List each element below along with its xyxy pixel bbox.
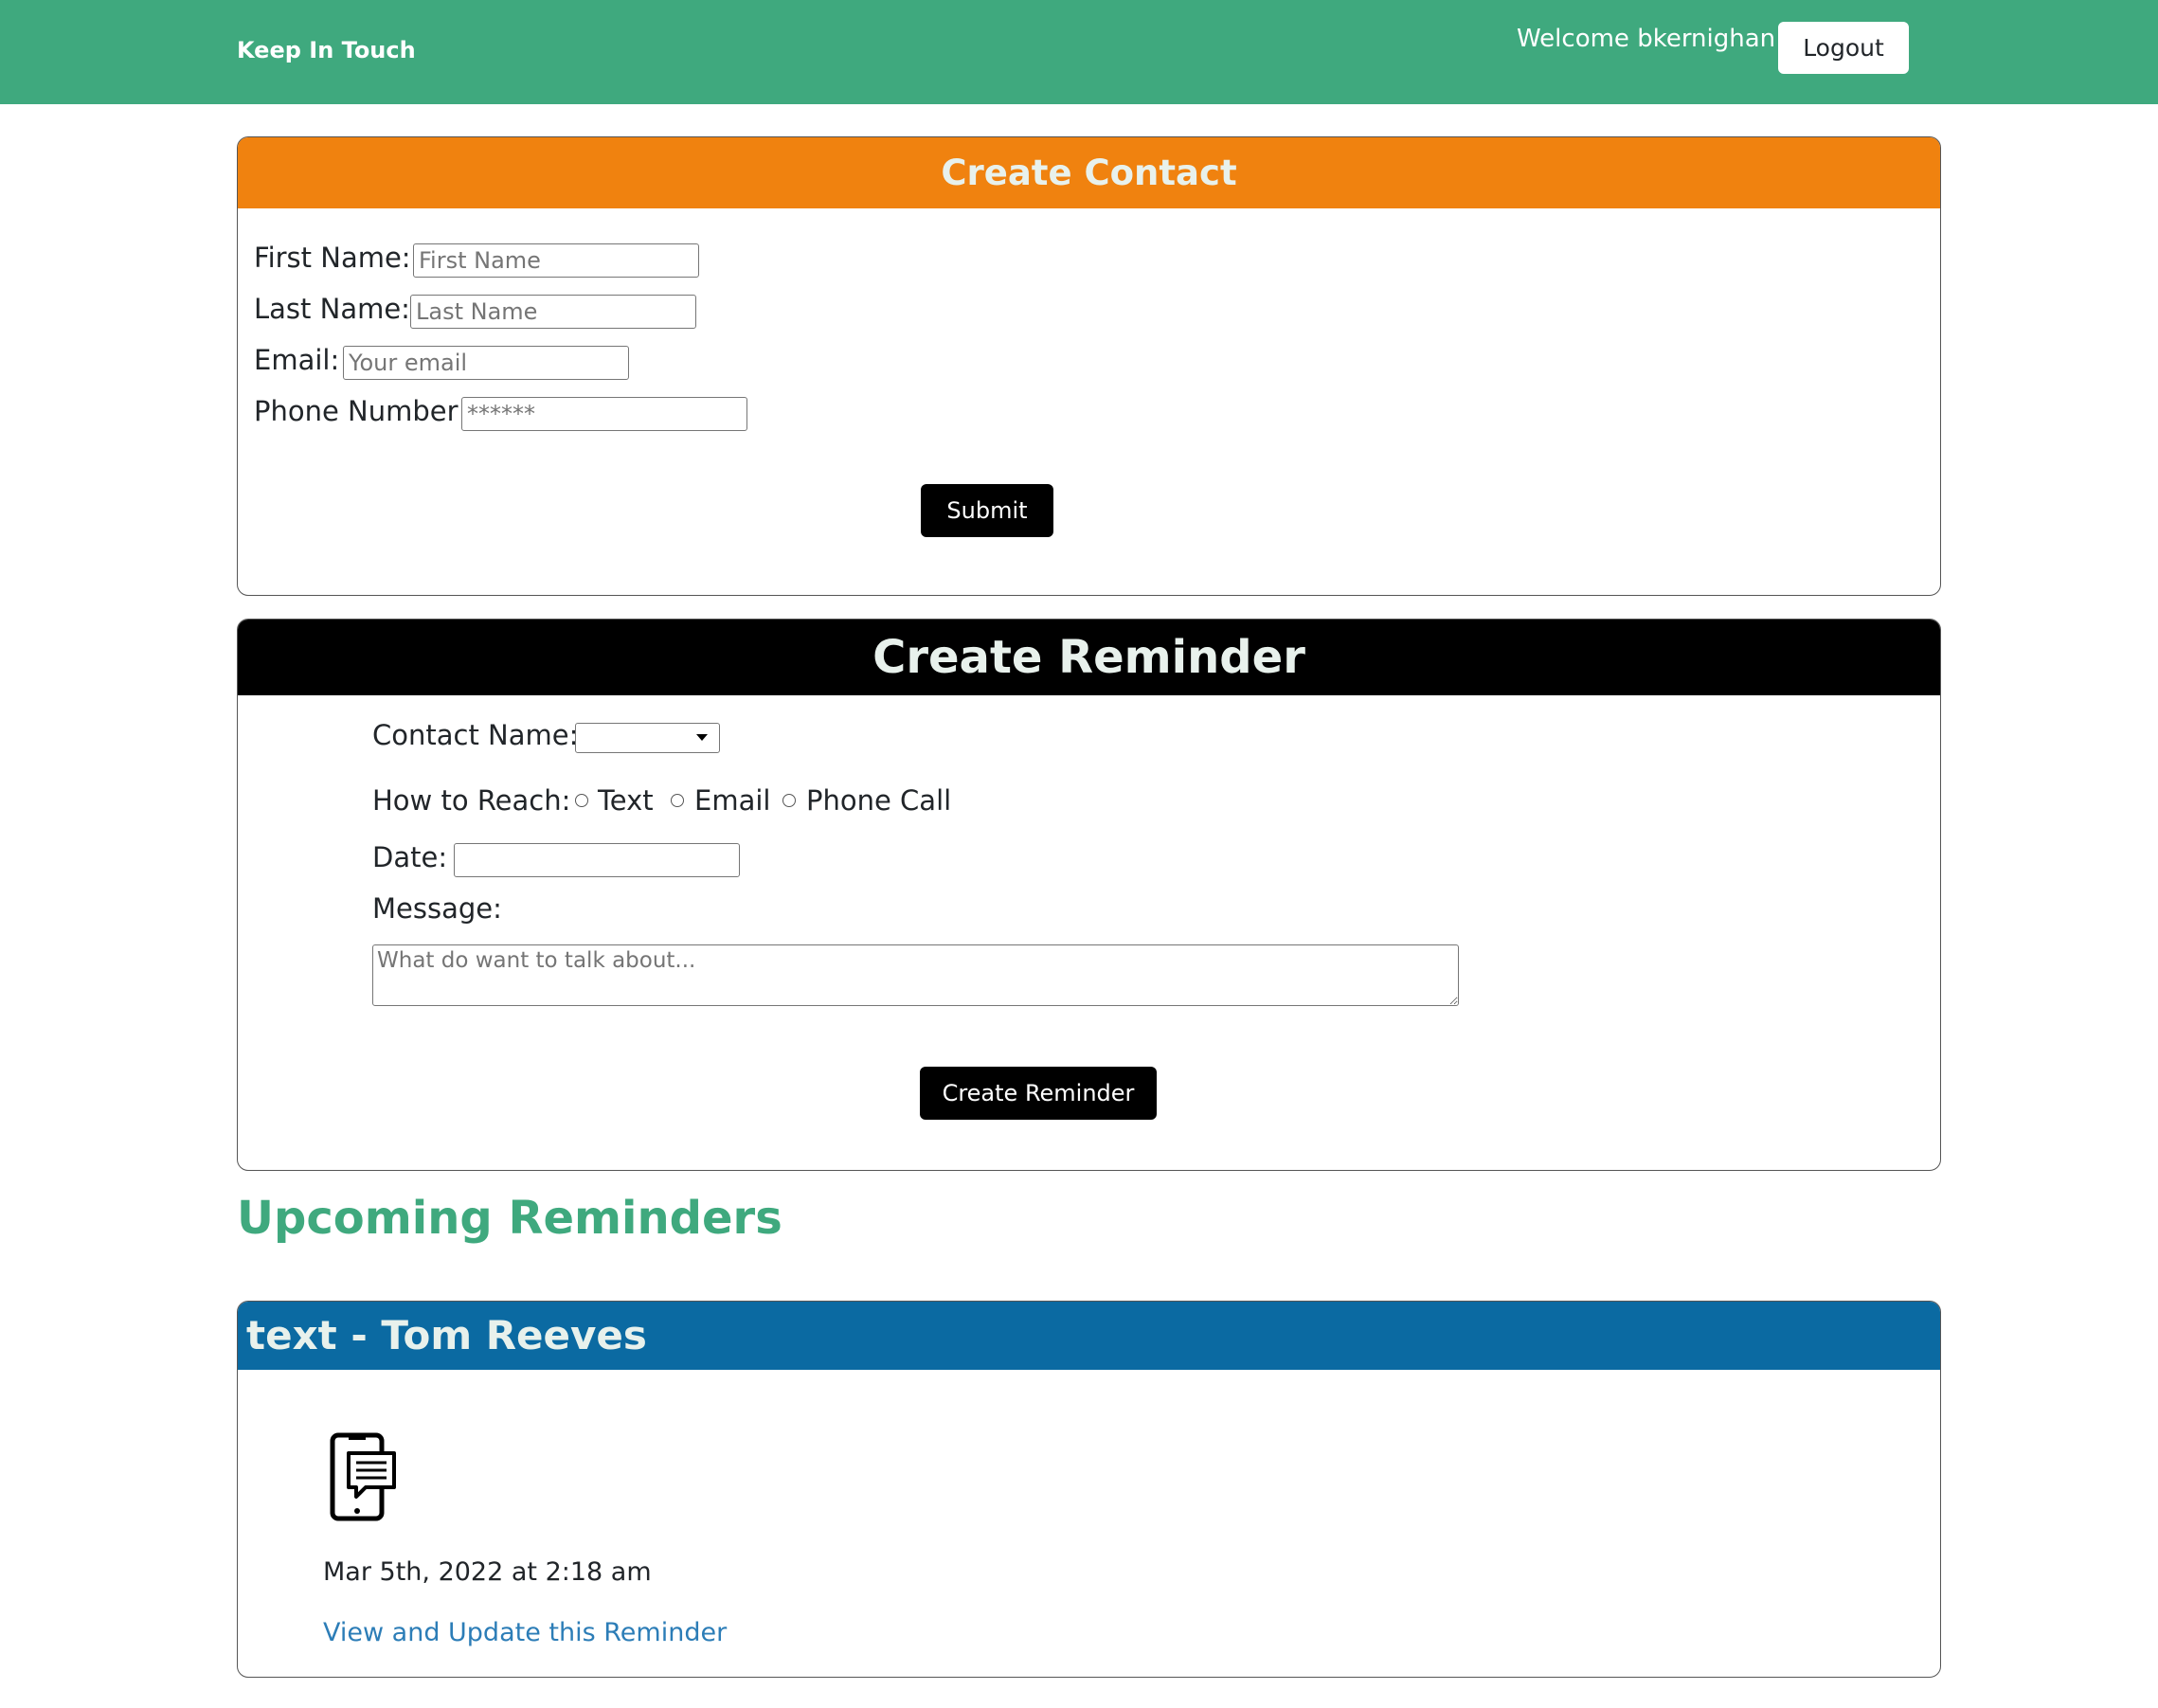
chevron-down-icon — [696, 734, 708, 741]
create-contact-title: Create Contact — [238, 137, 1940, 208]
phone-number-field[interactable] — [461, 397, 747, 431]
create-reminder-button[interactable]: Create Reminder — [920, 1067, 1157, 1120]
welcome-text: Welcome bkernighan — [1517, 25, 1776, 53]
reach-text-label: Text — [598, 784, 654, 817]
contact-name-label: Contact Name: — [372, 719, 579, 751]
reach-email-label: Email — [694, 784, 771, 817]
brand-link[interactable]: Keep In Touch — [237, 37, 416, 63]
create-contact-card: Create Contact First Name: Last Name: Em… — [237, 136, 1941, 596]
email-field[interactable] — [343, 346, 629, 380]
date-label: Date: — [372, 841, 448, 873]
contact-name-select[interactable] — [575, 723, 720, 753]
first-name-field[interactable] — [413, 243, 699, 278]
first-name-label: First Name: — [254, 242, 411, 274]
last-name-field[interactable] — [410, 295, 696, 329]
phone-number-label: Phone Number — [254, 395, 459, 427]
message-textarea[interactable] — [372, 944, 1459, 1006]
create-reminder-card: Create Reminder Contact Name: How to Rea… — [237, 619, 1941, 1171]
email-label: Email: — [254, 344, 340, 376]
view-update-reminder-link[interactable]: View and Update this Reminder — [323, 1618, 727, 1647]
message-label: Message: — [372, 892, 502, 925]
how-to-reach-label: How to Reach: — [372, 784, 571, 817]
navbar: Keep In Touch Welcome bkernighan Logout — [0, 0, 2158, 104]
reminder-card-title: text - Tom Reeves — [238, 1302, 1940, 1370]
reach-phone-call-label: Phone Call — [806, 784, 952, 817]
create-reminder-title: Create Reminder — [238, 620, 1940, 695]
reminder-card: text - Tom Reeves Mar 5th, 2022 at 2:18 … — [237, 1301, 1941, 1678]
logout-button[interactable]: Logout — [1778, 22, 1909, 74]
date-field[interactable] — [454, 843, 740, 877]
phone-message-icon — [330, 1432, 396, 1521]
submit-contact-button[interactable]: Submit — [921, 484, 1053, 537]
last-name-label: Last Name: — [254, 293, 410, 325]
reach-email-radio[interactable] — [671, 794, 684, 807]
reminder-date: Mar 5th, 2022 at 2:18 am — [323, 1557, 652, 1587]
reach-phone-call-radio[interactable] — [782, 794, 796, 807]
upcoming-reminders-title: Upcoming Reminders — [237, 1192, 782, 1245]
reach-text-radio[interactable] — [575, 794, 588, 807]
